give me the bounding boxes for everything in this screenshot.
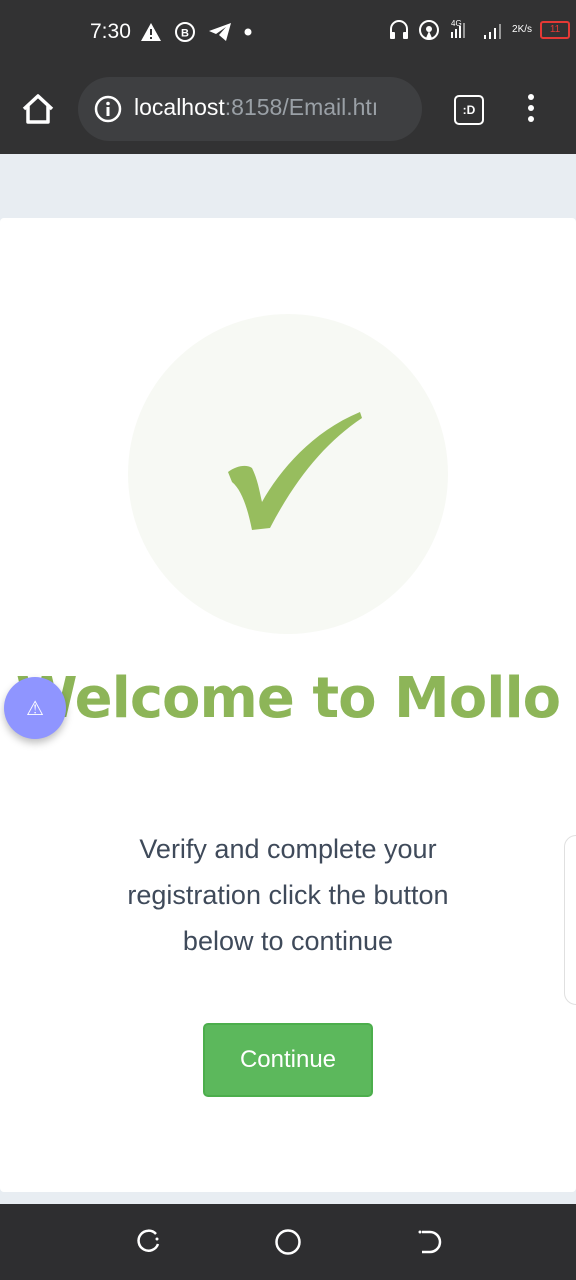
b-icon: B xyxy=(174,21,196,43)
side-panel-handle[interactable] xyxy=(564,835,576,1005)
net-speed-unit: K/s xyxy=(517,24,533,35)
home-button[interactable] xyxy=(20,90,56,128)
status-icons-right: 4G 2 K/s 11 xyxy=(388,18,571,42)
back-icon xyxy=(418,1230,442,1254)
telegram-icon xyxy=(208,22,232,42)
welcome-message: Verify and complete your registration cl… xyxy=(127,834,449,956)
home-icon xyxy=(22,94,54,124)
system-nav-bar xyxy=(0,1204,576,1280)
back-button[interactable] xyxy=(414,1228,442,1256)
url-text[interactable]: localhost:8158/Email.htı xyxy=(134,94,378,121)
battery-indicator: 11 xyxy=(540,21,571,39)
warning-icon: ⚠ xyxy=(26,696,44,720)
warning-fab[interactable]: ⚠ xyxy=(4,677,66,739)
browser-toolbar: localhost:8158/Email.htı :D xyxy=(0,64,576,154)
signal-icon xyxy=(482,19,504,41)
svg-text:B: B xyxy=(181,28,189,40)
overflow-menu-button[interactable] xyxy=(520,94,542,124)
info-icon[interactable] xyxy=(94,95,122,123)
menu-dot-icon xyxy=(528,94,534,100)
url-path: :8158/Email.htı xyxy=(224,94,379,120)
status-bar: 7:30 B 4G 2 K/s 11 xyxy=(0,0,576,64)
page-title: Welcome to Mollo xyxy=(15,666,561,731)
home-nav-button[interactable] xyxy=(274,1228,302,1256)
net-speed: 2 K/s xyxy=(512,25,532,35)
4g-signal-icon: 4G xyxy=(448,18,474,42)
status-icons-left: B xyxy=(140,21,252,43)
hotspot-icon xyxy=(418,19,440,41)
recents-button[interactable] xyxy=(134,1228,162,1256)
success-badge xyxy=(128,314,448,634)
dot-icon xyxy=(244,28,252,36)
recents-icon xyxy=(137,1229,160,1252)
menu-dot-icon xyxy=(528,105,534,111)
checkmark-icon xyxy=(228,412,362,530)
tab-switcher-button[interactable]: :D xyxy=(454,95,484,125)
warning-icon xyxy=(140,22,162,42)
status-time: 7:30 xyxy=(90,20,131,43)
menu-dot-icon xyxy=(528,116,534,122)
headphones-icon xyxy=(388,19,410,41)
continue-button[interactable]: Continue xyxy=(203,1023,373,1097)
address-bar[interactable]: localhost:8158/Email.htı xyxy=(78,77,422,141)
welcome-card: Welcome to Mollo Verify and complete you… xyxy=(0,218,576,1192)
url-host: localhost xyxy=(134,94,225,120)
home-circle-icon xyxy=(275,1229,301,1255)
